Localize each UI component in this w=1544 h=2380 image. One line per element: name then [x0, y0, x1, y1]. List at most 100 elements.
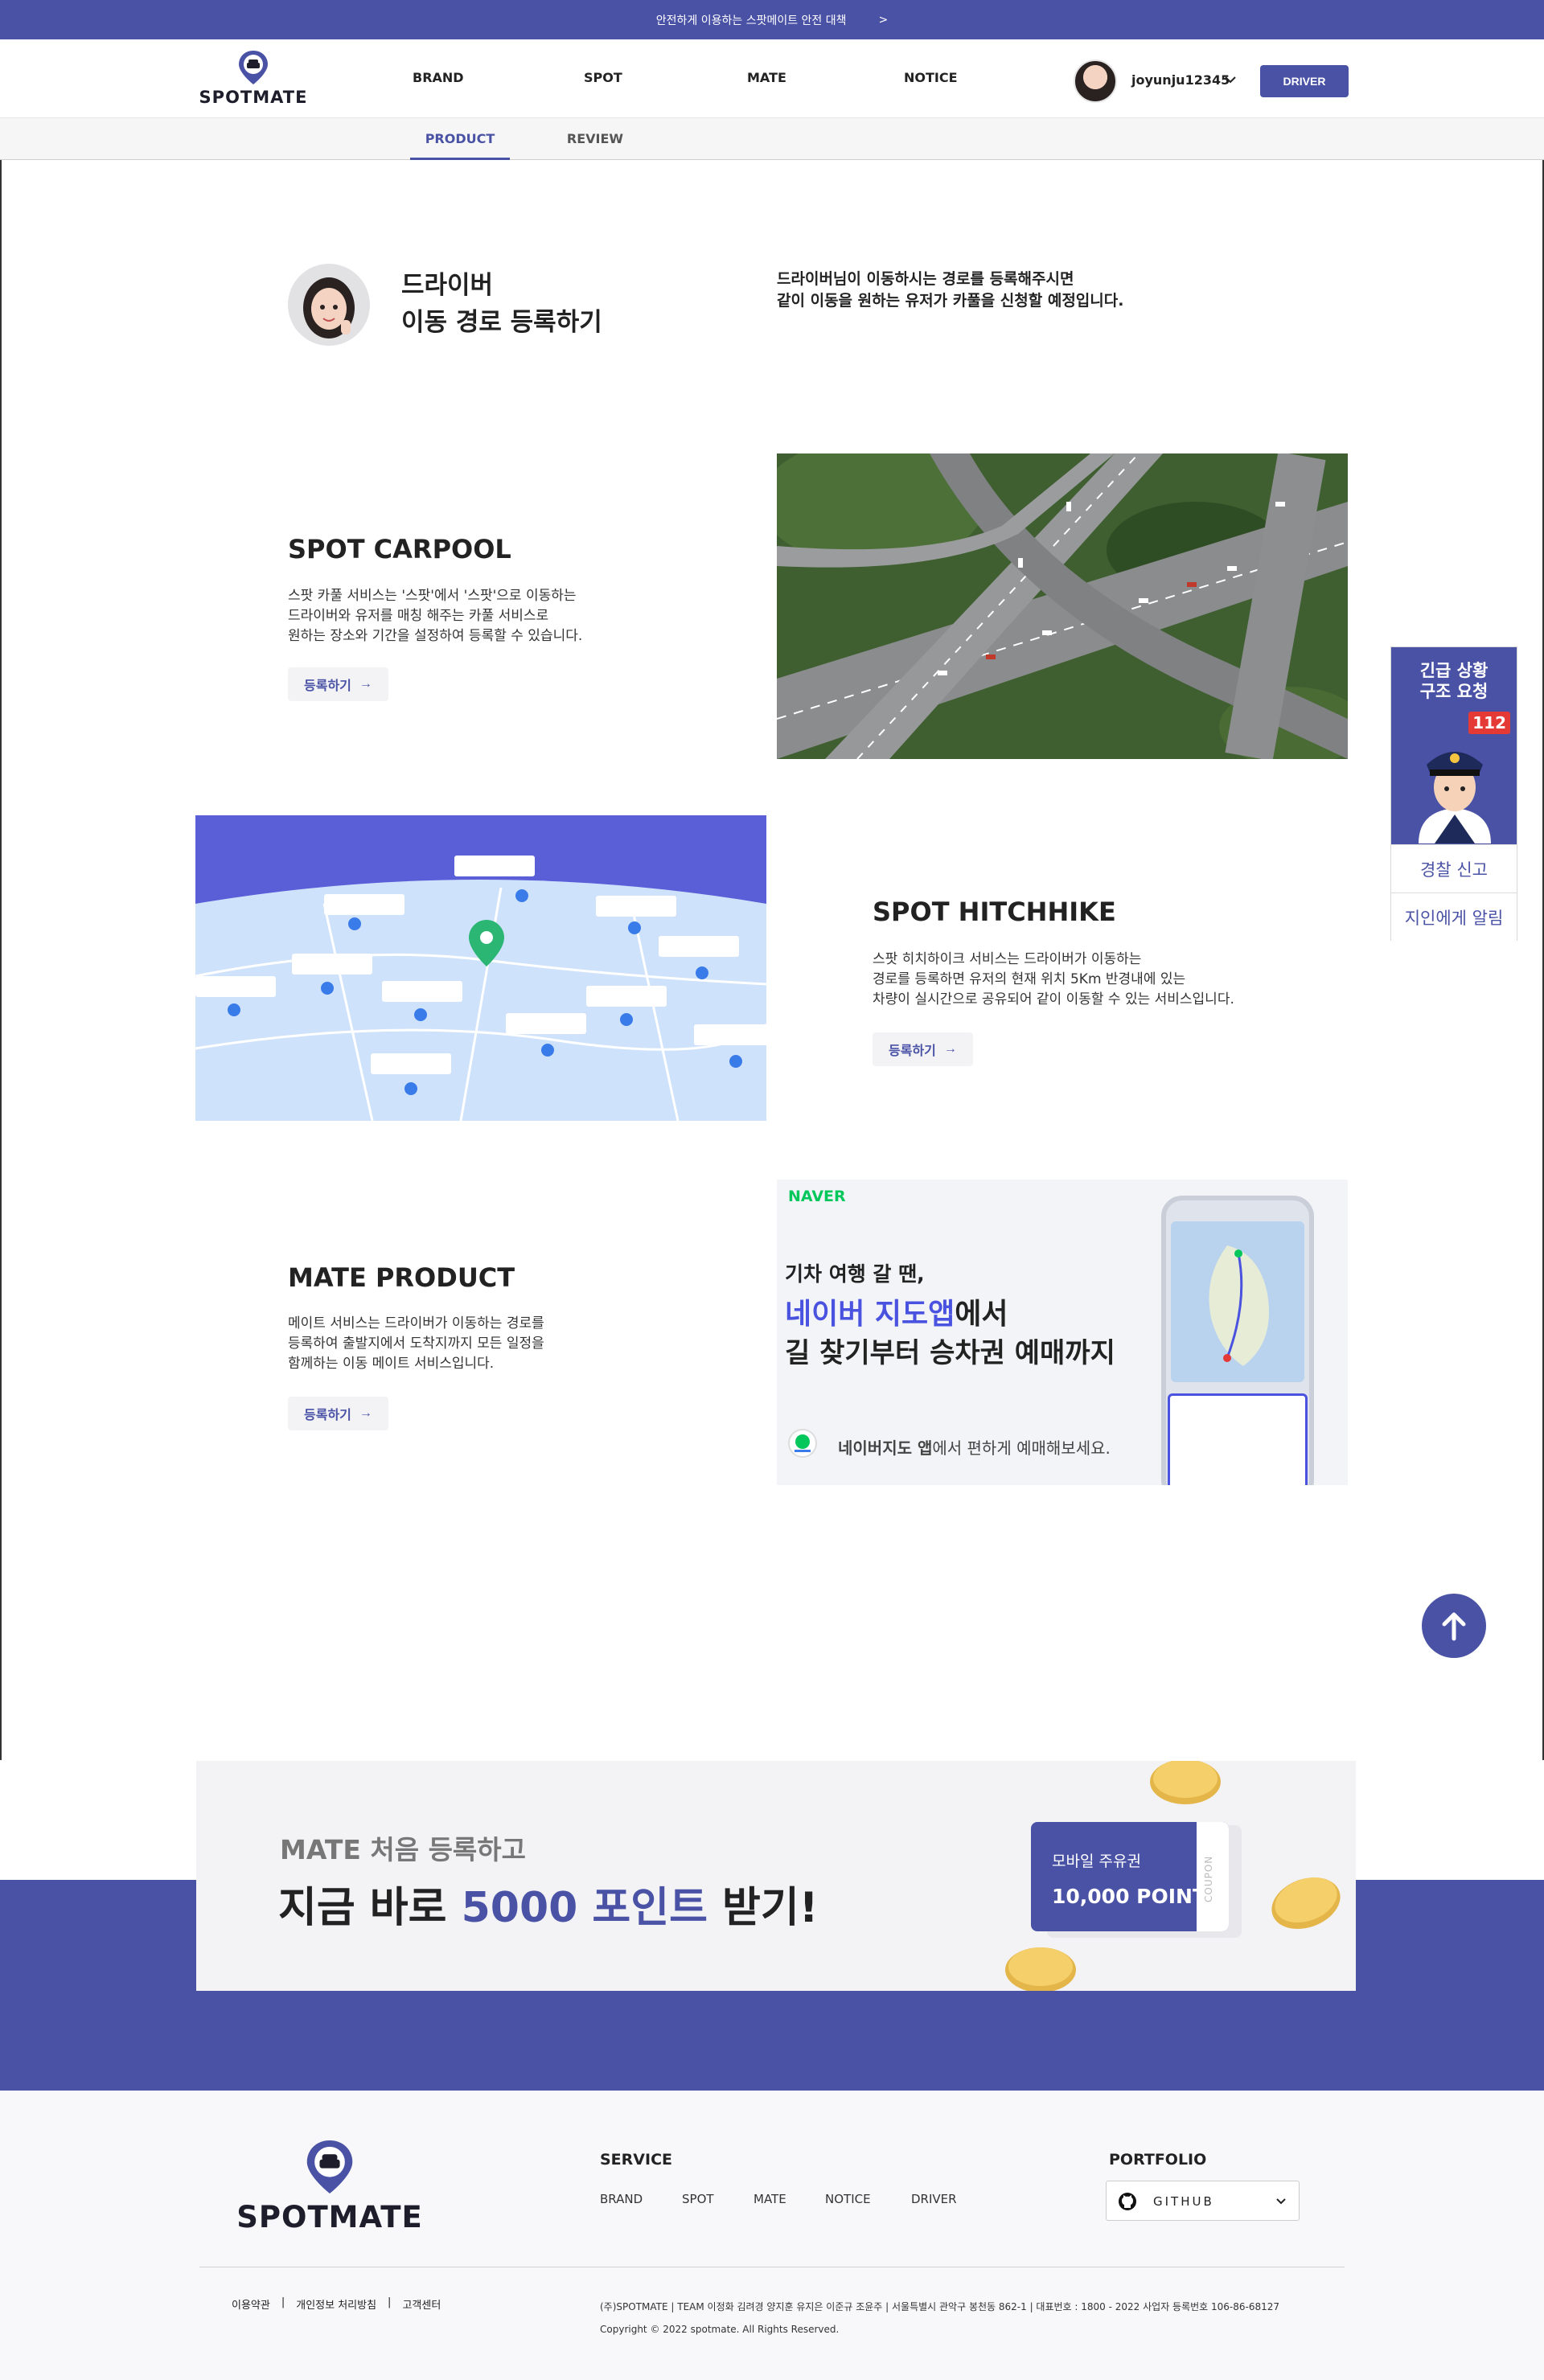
- mate-title: MATE PRODUCT: [288, 1262, 515, 1293]
- company-info: (주)SPOTMATE | TEAM 이정화 김려경 양지훈 유지은 이준규 조…: [600, 2301, 1280, 2312]
- footer-link-driver[interactable]: DRIVER: [911, 2192, 957, 2206]
- arrow-right-icon: →: [359, 677, 372, 691]
- naver-ad-line3: 길 찾기부터 승차권 예매까지: [785, 1337, 1115, 1369]
- naver-map-ad[interactable]: NAVER 기차 여행 갈 땐, 네이버 지도앱에서 길 찾기부터 승차권 예매…: [777, 1180, 1348, 1485]
- coupon-label: 모바일 주유권: [1052, 1853, 1141, 1870]
- carpool-desc-line3: 원하는 장소와 기간을 설정하여 등록할 수 있습니다.: [288, 628, 583, 644]
- github-icon: [1119, 2193, 1136, 2210]
- coupon-side-text: COUPON: [1203, 1855, 1214, 1902]
- driver-avatar: [288, 264, 370, 346]
- arrow-right-icon: →: [359, 1406, 372, 1420]
- frame-line-left: [0, 160, 2, 1760]
- emergency-widget: 긴급 상황 구조 요청 112 경찰 신고 지인에게 알림: [1390, 646, 1517, 941]
- intro-description: 드라이버님이 이동하시는 경로를 등록해주시면 같이 이동을 원하는 유저가 카…: [777, 269, 1123, 312]
- intro-desc-line1: 드라이버님이 이동하시는 경로를 등록해주시면: [777, 270, 1074, 288]
- chevron-down-icon[interactable]: [1224, 75, 1237, 84]
- coupon-value: 10,000 POINT: [1052, 1885, 1207, 1908]
- footer-logo-text: SPOTMATE: [236, 2200, 423, 2234]
- nav-brand[interactable]: BRAND: [413, 70, 464, 85]
- nav-spot[interactable]: SPOT: [584, 70, 622, 85]
- mate-desc-line1: 메이트 서비스는 드라이버가 이동하는 경로를: [288, 1315, 544, 1332]
- notice-text[interactable]: 안전하게 이용하는 스팟메이트 안전 대책: [656, 12, 847, 28]
- phone-mockup: [1161, 1196, 1314, 1485]
- intro-title-line2: 이동 경로 등록하기: [401, 308, 602, 337]
- github-select[interactable]: GITHUB: [1106, 2181, 1300, 2221]
- scroll-top-button[interactable]: [1422, 1594, 1486, 1658]
- naver-ad-footer-rest: 에서 편하게 예매해보세요.: [932, 1438, 1111, 1458]
- coupon-body: 모바일 주유권 10,000 POINT COUPON: [1031, 1822, 1229, 1931]
- hitchhike-register-label: 등록하기: [889, 1044, 936, 1058]
- footer-portfolio-heading: PORTFOLIO: [1109, 2151, 1207, 2169]
- hitchhike-map-image: [195, 815, 766, 1121]
- location-car-icon: [306, 2140, 353, 2193]
- chevron-right-icon: >: [878, 13, 889, 27]
- driver-button[interactable]: DRIVER: [1260, 65, 1349, 97]
- mate-register-button[interactable]: 등록하기 →: [288, 1397, 388, 1430]
- copyright: Copyright © 2022 spotmate. All Rights Re…: [600, 2324, 840, 2335]
- footer-link-notice[interactable]: NOTICE: [825, 2192, 871, 2206]
- nav-notice[interactable]: NOTICE: [904, 70, 958, 85]
- tab-review[interactable]: REVIEW: [547, 118, 643, 160]
- legal-separator: |: [281, 2296, 285, 2308]
- legal-separator: |: [388, 2296, 392, 2308]
- carpool-register-button[interactable]: 등록하기 →: [288, 667, 388, 701]
- footer: SPOTMATE SERVICE BRAND SPOT MATE NOTICE …: [0, 2091, 1544, 2380]
- promo-small-text: MATE 처음 등록하고: [280, 1834, 527, 1865]
- notify-contact-button[interactable]: 지인에게 알림: [1391, 892, 1517, 941]
- carpool-desc-line2: 드라이버와 유저를 매칭 해주는 카풀 서비스로: [288, 608, 549, 624]
- emergency-title-line2: 구조 요청: [1419, 682, 1489, 701]
- username[interactable]: joyunju12345: [1131, 72, 1230, 88]
- carpool-title: SPOT CARPOOL: [288, 534, 511, 564]
- header-logo[interactable]: SPOTMATE: [193, 49, 314, 107]
- mate-desc-line3: 함께하는 이동 메이트 서비스입니다.: [288, 1356, 495, 1372]
- nav-mate[interactable]: MATE: [747, 70, 786, 85]
- promo-headline-after: 받기!: [707, 1884, 819, 1932]
- phone-map-screen: [1171, 1221, 1304, 1382]
- footer-service-heading: SERVICE: [600, 2151, 672, 2169]
- naver-logo: NAVER: [788, 1188, 846, 1205]
- gold-coin-icon: [1150, 1761, 1221, 1804]
- naver-ad-footer: 네이버지도 앱에서 편하게 예매해보세요.: [838, 1435, 1111, 1459]
- footer-link-mate[interactable]: MATE: [754, 2192, 786, 2206]
- support-link[interactable]: 고객센터: [402, 2296, 441, 2312]
- github-label: GITHUB: [1153, 2194, 1214, 2209]
- naver-ad-footer-bold: 네이버지도 앱: [838, 1438, 933, 1458]
- naver-ad-line2: 네이버 지도앱에서: [785, 1291, 1008, 1332]
- arrow-right-icon: →: [943, 1042, 957, 1056]
- mate-register-label: 등록하기: [304, 1409, 351, 1422]
- top-notice-bar[interactable]: 안전하게 이용하는 스팟메이트 안전 대책 >: [0, 0, 1544, 39]
- footer-logo[interactable]: SPOTMATE: [225, 2137, 434, 2234]
- highway-aerial-image: [777, 453, 1348, 759]
- mate-description: 메이트 서비스는 드라이버가 이동하는 경로를 등록하여 출발지에서 도착지까지…: [288, 1314, 544, 1374]
- hitchhike-description: 스팟 히치하이크 서비스는 드라이버가 이동하는 경로를 등록하면 유저의 현재…: [873, 950, 1234, 1010]
- hitchhike-desc-line2: 경로를 등록하면 유저의 현재 위치 5Km 반경내에 있는: [873, 971, 1186, 987]
- tab-product[interactable]: PRODUCT: [410, 118, 510, 160]
- footer-link-brand[interactable]: BRAND: [600, 2192, 643, 2206]
- promo-banner[interactable]: MATE 처음 등록하고 지금 바로 5000 포인트 받기! 모바일 주유권 …: [196, 1761, 1356, 1991]
- police-report-button[interactable]: 경찰 신고: [1391, 844, 1517, 892]
- gold-coin-icon: [1005, 1947, 1076, 1991]
- terms-link[interactable]: 이용약관: [232, 2296, 270, 2312]
- intro-desc-line2: 같이 이동을 원하는 유저가 카풀을 신청할 예정입니다.: [777, 292, 1124, 310]
- gold-coin-icon: [1271, 1877, 1341, 1929]
- naver-ad-accent: 네이버 지도앱: [785, 1298, 955, 1331]
- promo-headline-accent: 5000 포인트: [461, 1884, 708, 1932]
- mate-desc-line2: 등록하여 출발지에서 도착지까지 모든 일정을: [288, 1336, 544, 1352]
- intro-title-line1: 드라이버: [401, 271, 494, 300]
- hitchhike-register-button[interactable]: 등록하기 →: [873, 1032, 973, 1066]
- sub-tabs: PRODUCT REVIEW: [0, 118, 1544, 160]
- privacy-link[interactable]: 개인정보 처리방침: [296, 2296, 376, 2312]
- carpool-desc-line1: 스팟 카풀 서비스는 '스팟'에서 '스팟'으로 이동하는: [288, 588, 577, 604]
- header: SPOTMATE BRAND SPOT MATE NOTICE joyunju1…: [0, 39, 1544, 118]
- intro-title: 드라이버 이동 경로 등록하기: [401, 267, 602, 341]
- footer-legal-links: 이용약관 | 개인정보 처리방침 | 고객센터: [232, 2296, 441, 2312]
- hitchhike-desc-line1: 스팟 히치하이크 서비스는 드라이버가 이동하는: [873, 951, 1142, 967]
- carpool-register-label: 등록하기: [304, 679, 351, 693]
- footer-link-spot[interactable]: SPOT: [682, 2192, 714, 2206]
- hitchhike-title: SPOT HITCHHIKE: [873, 897, 1116, 927]
- chevron-down-icon: [1276, 2198, 1286, 2205]
- coupon-graphic: 모바일 주유권 10,000 POINT COUPON: [1031, 1822, 1242, 1939]
- arrow-up-icon: [1442, 1612, 1466, 1641]
- hitchhike-desc-line3: 차량이 실시간으로 공유되어 같이 이동할 수 있는 서비스입니다.: [873, 991, 1234, 1007]
- user-avatar[interactable]: [1074, 60, 1117, 103]
